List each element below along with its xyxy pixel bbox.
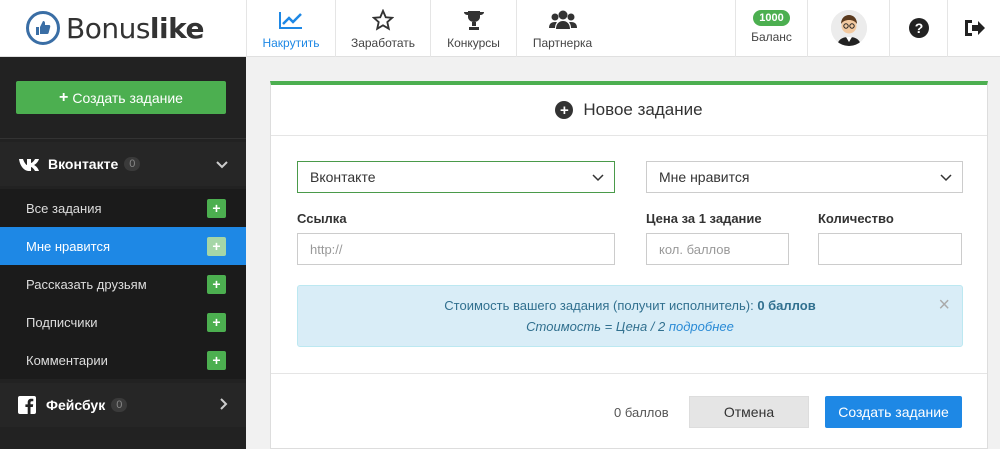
- facebook-icon: [18, 396, 36, 414]
- add-icon[interactable]: +: [207, 350, 226, 370]
- add-icon[interactable]: +: [207, 274, 226, 294]
- logo-text-light: Bonus: [66, 11, 150, 45]
- link-label: Ссылка: [297, 211, 347, 226]
- page-title: Новое задание: [583, 100, 703, 119]
- chevron-down-icon: [592, 170, 604, 187]
- nav-boost-label: Накрутить: [262, 36, 320, 50]
- sidebar-section-vk-label: Вконтакте: [48, 156, 119, 172]
- action-select-value: Мне нравится: [659, 169, 750, 185]
- card-header: + Новое задание: [271, 85, 987, 136]
- chevron-down-icon: [216, 156, 228, 172]
- plus-icon: +: [59, 88, 69, 106]
- nav-contests-label: Конкурсы: [447, 36, 500, 50]
- new-task-card: + Новое задание Вконтакте Мне нравится С…: [270, 81, 988, 449]
- formula-text: Стоимость = Цена / 2: [526, 319, 669, 334]
- chevron-right-icon: [220, 397, 228, 413]
- vk-icon: [18, 157, 40, 171]
- trophy-icon: [462, 8, 486, 32]
- cancel-button[interactable]: Отмена: [689, 396, 809, 428]
- sidebar-item-label: Комментарии: [26, 352, 108, 368]
- quantity-label: Количество: [818, 211, 894, 226]
- nav-earn[interactable]: Заработать: [335, 0, 430, 57]
- chart-line-icon: [278, 8, 304, 32]
- avatar: [830, 10, 867, 46]
- quantity-input[interactable]: [818, 233, 962, 265]
- nav-contests[interactable]: Конкурсы: [430, 0, 516, 57]
- svg-text:?: ?: [914, 20, 923, 36]
- price-label: Цена за 1 задание: [646, 211, 762, 226]
- sidebar-section-facebook-count: 0: [111, 398, 128, 412]
- thumbs-up-icon: [26, 11, 60, 45]
- logo-text-bold: like: [149, 11, 205, 45]
- link-input[interactable]: [297, 233, 615, 265]
- more-info-link[interactable]: подробнее: [669, 319, 734, 334]
- network-select-value: Вконтакте: [310, 169, 376, 185]
- price-input[interactable]: [646, 233, 789, 265]
- balance-label: Баланс: [751, 30, 792, 44]
- formula-line: Стоимость = Цена / 2 подробнее: [298, 319, 962, 334]
- sidebar-item-share[interactable]: Рассказать друзьям +: [0, 265, 246, 303]
- footer-divider: [271, 373, 987, 374]
- cost-value: 0 баллов: [757, 298, 816, 313]
- sidebar-item-label: Мне нравится: [26, 238, 111, 254]
- question-circle-icon: ?: [908, 16, 930, 40]
- sidebar: + Создать задание Вконтакте 0 Все задани…: [0, 57, 246, 449]
- sidebar-item-comments[interactable]: Комментарии +: [0, 341, 246, 379]
- help-button[interactable]: ?: [889, 0, 947, 57]
- nav-boost[interactable]: Накрутить: [246, 0, 335, 57]
- sidebar-item-subscribers[interactable]: Подписчики +: [0, 303, 246, 341]
- logout-button[interactable]: [947, 0, 1000, 57]
- plus-circle-icon: +: [555, 101, 574, 119]
- top-bar: Bonuslike Накрутить Заработать Конкурсы …: [0, 0, 1000, 57]
- sidebar-item-likes[interactable]: Мне нравится +: [0, 227, 246, 265]
- action-select[interactable]: Мне нравится: [646, 161, 963, 193]
- balance-badge: 1000: [753, 10, 790, 26]
- user-avatar-button[interactable]: [807, 0, 889, 57]
- nav-balance[interactable]: 1000 Баланс: [735, 0, 807, 57]
- chevron-down-icon: [940, 170, 952, 187]
- users-icon: [548, 8, 577, 32]
- sidebar-section-vk[interactable]: Вконтакте 0: [0, 142, 246, 186]
- create-task-button[interactable]: + Создать задание: [16, 81, 226, 114]
- submit-task-button[interactable]: Создать задание: [825, 396, 962, 428]
- sidebar-item-label: Рассказать друзьям: [26, 276, 147, 292]
- add-icon[interactable]: +: [207, 236, 226, 256]
- sidebar-section-vk-count: 0: [124, 157, 141, 171]
- sidebar-section-facebook-label: Фейсбук: [46, 397, 106, 413]
- cost-line-text: Стоимость вашего задания (получит исполн…: [444, 298, 758, 313]
- bonuslike-logo[interactable]: Bonuslike: [26, 8, 236, 48]
- add-icon[interactable]: +: [207, 198, 226, 218]
- sidebar-item-label: Подписчики: [26, 314, 98, 330]
- sidebar-item-label: Все задания: [26, 200, 102, 216]
- create-task-label: Создать задание: [72, 89, 183, 106]
- sidebar-divider: [0, 138, 246, 139]
- nav-earn-label: Заработать: [350, 36, 416, 50]
- nav-partner[interactable]: Партнерка: [516, 0, 608, 57]
- cost-info-alert: Стоимость вашего задания (получит исполн…: [297, 285, 963, 347]
- sign-out-icon: [963, 16, 985, 40]
- nav-partner-label: Партнерка: [532, 36, 593, 50]
- total-cost: 0 баллов: [614, 405, 669, 420]
- add-icon[interactable]: +: [207, 312, 226, 332]
- sidebar-section-facebook[interactable]: Фейсбук 0: [0, 383, 246, 427]
- star-icon: [372, 8, 394, 32]
- close-icon[interactable]: ×: [938, 294, 950, 317]
- cost-line: Стоимость вашего задания (получит исполн…: [298, 298, 962, 313]
- sidebar-item-all-tasks[interactable]: Все задания +: [0, 189, 246, 227]
- network-select[interactable]: Вконтакте: [297, 161, 615, 193]
